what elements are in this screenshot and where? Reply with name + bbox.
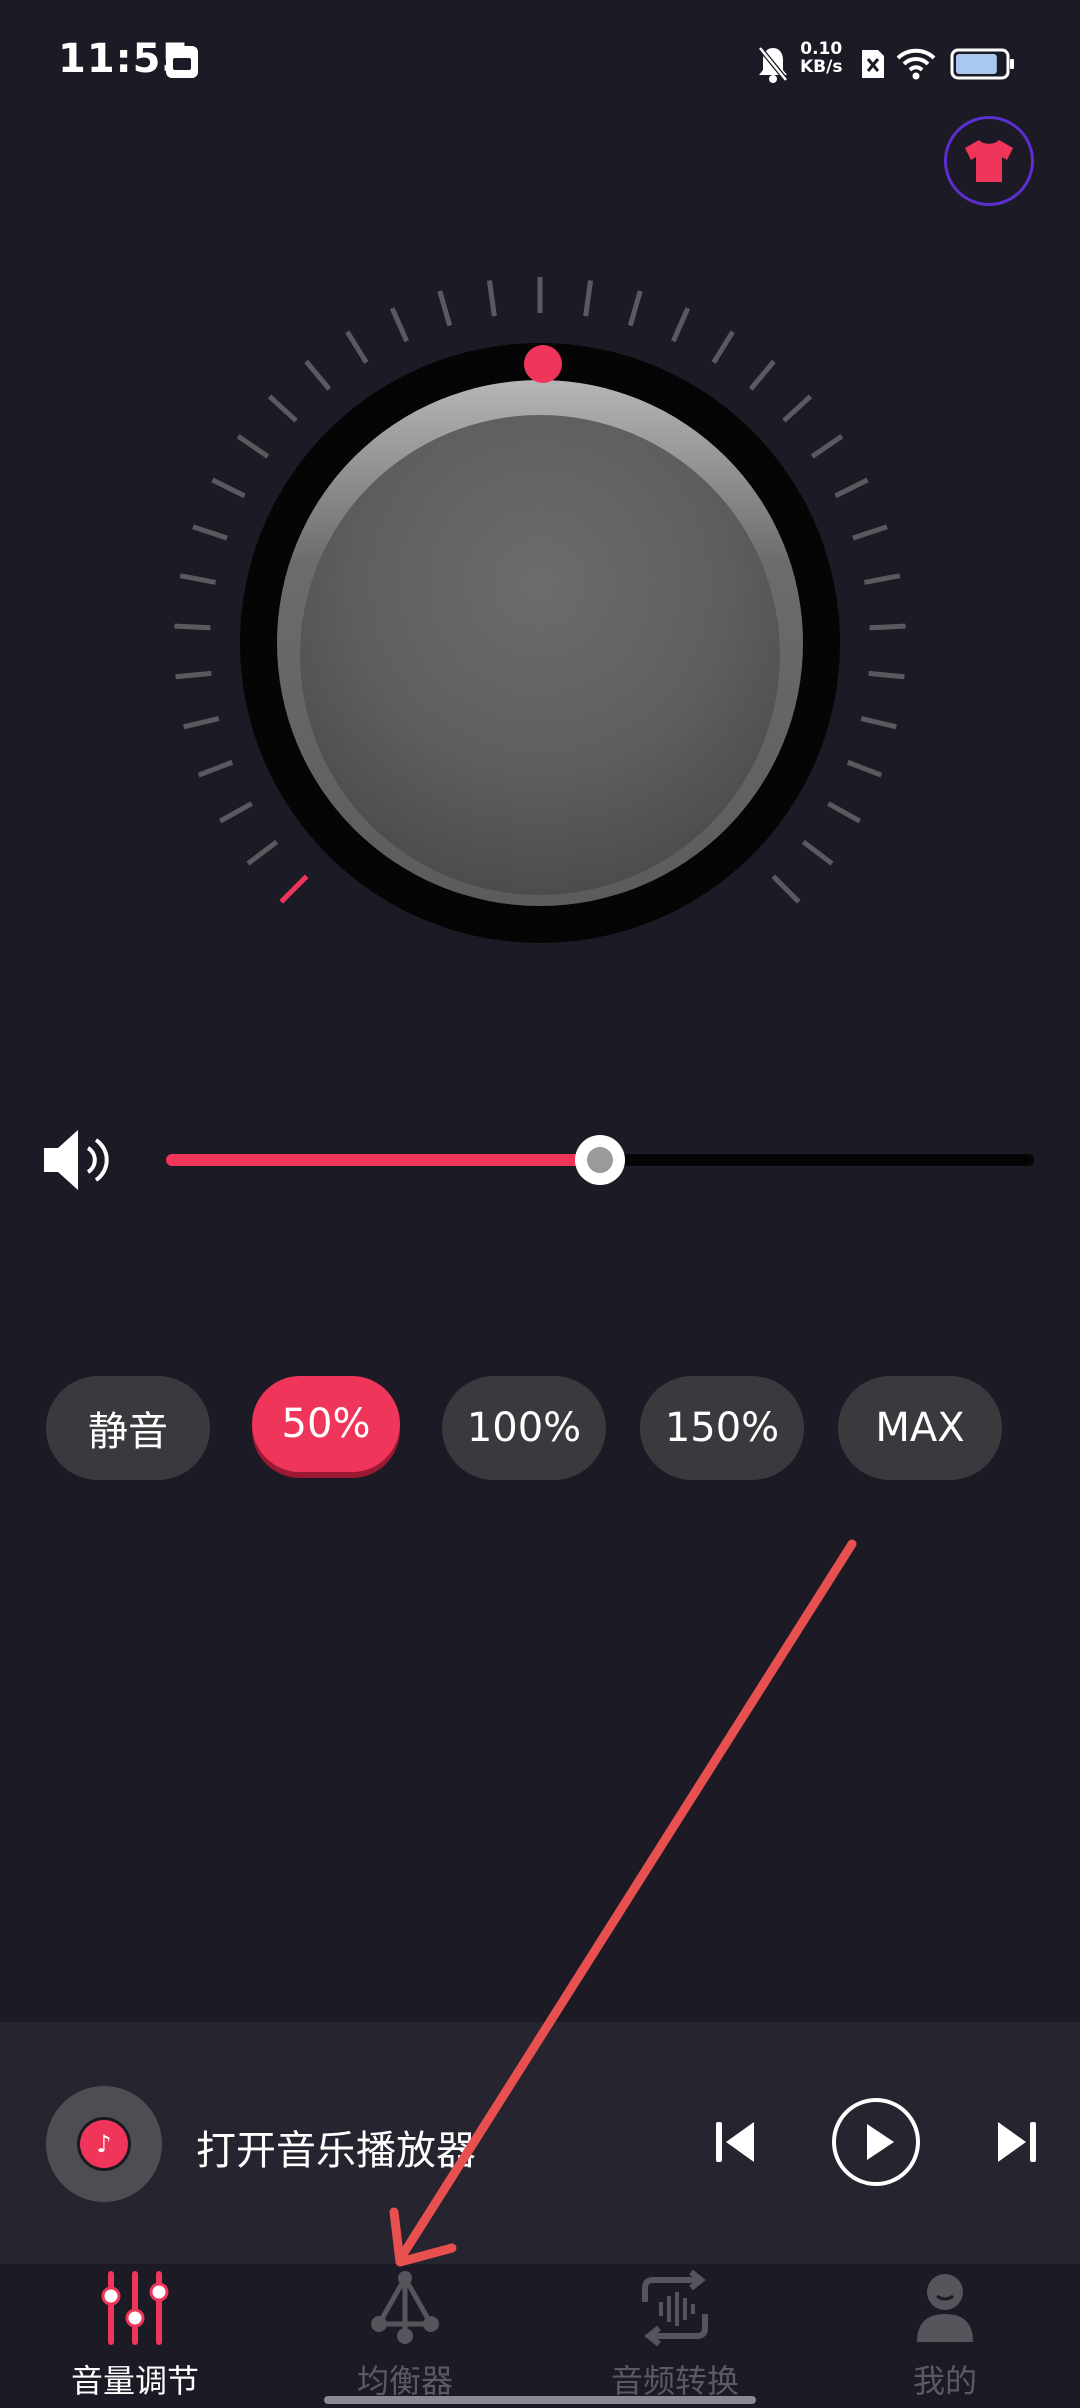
network-speed-value: 0.10 <box>800 39 843 59</box>
music-disc-icon[interactable]: ♪ <box>46 2086 162 2202</box>
knob-tick <box>748 359 776 391</box>
knob-tick <box>174 623 211 631</box>
knob-tick <box>827 801 861 824</box>
music-note-icon: ♪ <box>80 2120 128 2168</box>
speaker-icon <box>44 1130 109 1190</box>
network-speed-unit: KB/s <box>800 57 843 77</box>
knob-tick <box>267 394 298 423</box>
knob-tick <box>863 573 901 585</box>
nav-label-volume: 音量调节 <box>70 2362 199 2400</box>
knob-tick <box>846 759 883 778</box>
nav-label-profile: 我的 <box>912 2362 977 2400</box>
knob-tick <box>175 670 212 680</box>
knob-tick <box>183 716 220 730</box>
knob-tick <box>852 524 888 541</box>
knob-tick <box>279 874 309 904</box>
knob-tick <box>583 280 594 317</box>
notification-app-icon <box>166 46 198 78</box>
music-player-bar[interactable]: ♪ 打开音乐播放器 <box>0 2022 1080 2264</box>
knob-tick <box>179 573 217 585</box>
app-screen: 11:55 0.10 KB/s 静音 50% 100% 150% MAX ♪ 打… <box>0 0 1080 2408</box>
play-button-icon[interactable] <box>830 2096 922 2188</box>
knob-tick <box>771 874 801 904</box>
home-indicator[interactable] <box>324 2396 756 2404</box>
preset-150-button[interactable]: 150% <box>640 1376 804 1480</box>
knob-tick <box>197 759 234 778</box>
preset-mute-button[interactable]: 静音 <box>46 1376 210 1480</box>
previous-track-icon[interactable] <box>714 2118 758 2166</box>
volume-slider-track[interactable] <box>166 1135 1034 1185</box>
equalizer-network-icon <box>371 2271 439 2344</box>
nav-item-profile[interactable]: 我的 <box>810 2264 1080 2408</box>
knob-tick <box>246 839 279 866</box>
knob-tick <box>801 839 834 866</box>
knob-tick <box>671 307 691 343</box>
knob-tick <box>236 434 270 459</box>
wifi-icon <box>896 48 936 80</box>
network-speed: 0.10 KB/s <box>800 40 842 76</box>
knob-indicator-dot <box>524 345 562 383</box>
knob-tick <box>711 330 735 364</box>
no-sim-icon <box>862 50 884 78</box>
knob-tick <box>304 359 332 391</box>
volume-slider-row <box>0 1120 1080 1200</box>
knob-tick <box>782 394 813 423</box>
knob-graphic[interactable] <box>0 200 1080 1080</box>
tshirt-icon <box>965 140 1013 182</box>
nav-item-audio-convert[interactable]: 音频转换 <box>540 2264 810 2408</box>
knob-tick <box>627 290 643 327</box>
user-icon <box>917 2274 973 2342</box>
knob-tick <box>868 670 905 680</box>
preset-50-button[interactable]: 50% <box>252 1376 400 1472</box>
knob-tick <box>211 477 246 499</box>
next-track-icon[interactable] <box>994 2118 1038 2166</box>
battery-icon <box>950 48 1014 80</box>
open-music-player-label[interactable]: 打开音乐播放器 <box>196 2118 476 2176</box>
knob-tick <box>869 623 906 631</box>
bell-muted-icon <box>758 46 788 83</box>
volume-presets: 静音 50% 100% 150% MAX <box>0 1376 1080 1480</box>
knob-tick <box>486 280 497 317</box>
knob-tick <box>219 801 253 824</box>
knob-tick <box>389 307 409 343</box>
volume-slider-thumb[interactable] <box>575 1135 625 1185</box>
nav-item-volume[interactable]: 音量调节 <box>0 2264 270 2408</box>
nav-item-equalizer[interactable]: 均衡器 <box>270 2264 540 2408</box>
preset-max-button[interactable]: MAX <box>838 1376 1002 1480</box>
knob-tick <box>192 524 228 541</box>
bottom-navigation: 音量调节 均衡器 音频转换 我的 <box>0 2264 1080 2408</box>
status-bar: 11:55 0.10 KB/s <box>0 0 1080 120</box>
theme-button[interactable] <box>944 116 1034 206</box>
audio-convert-icon <box>642 2269 708 2347</box>
volume-slider-fill <box>166 1154 600 1166</box>
knob-face <box>300 415 780 895</box>
knob-tick <box>437 290 453 327</box>
knob-tick <box>345 330 369 364</box>
volume-knob[interactable] <box>0 200 1080 1080</box>
knob-tick <box>810 434 844 459</box>
sliders-icon <box>101 2271 169 2345</box>
knob-tick <box>834 477 869 499</box>
preset-100-button[interactable]: 100% <box>442 1376 606 1480</box>
knob-tick <box>860 716 897 730</box>
